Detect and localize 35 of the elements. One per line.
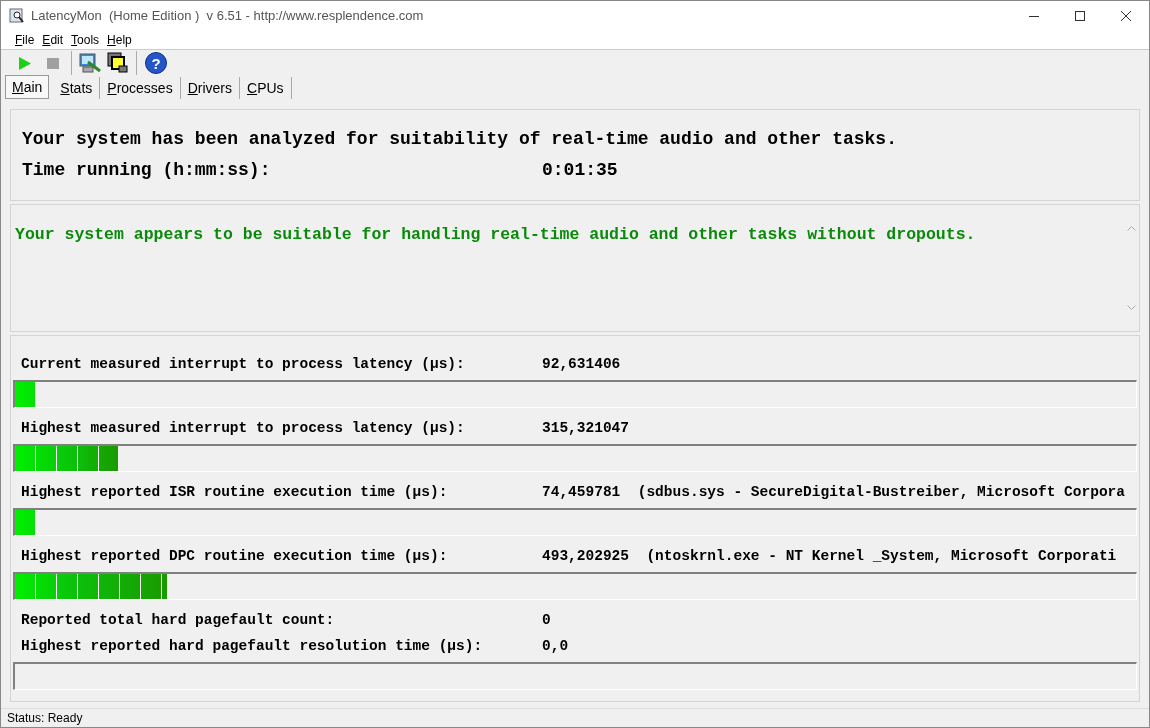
measurement-value: 92,631406: [542, 355, 621, 375]
measurement-label: Highest measured interrupt to process latency (µs):: [21, 419, 466, 439]
app-icon: [9, 8, 25, 24]
tab[interactable]: CPUs: [240, 77, 292, 99]
time-label: Time running (h:mm:ss):: [22, 159, 272, 182]
measurement-label: Current measured interrupt to process latency (µs):: [21, 355, 466, 375]
tab[interactable]: Stats: [53, 77, 101, 99]
measurement-label: Highest reported DPC routine execution time (µs):: [21, 547, 449, 567]
help-button[interactable]: ?: [145, 52, 167, 74]
measurement-label: Reported total hard pagefault count:: [21, 611, 336, 631]
maximize-icon: [1075, 11, 1085, 21]
analysis-text: Your system has been analyzed for suitability of real-time audio and other tasks.: [22, 128, 898, 151]
verdict-text: Your system appears to be suitable for handling real-time audio and other tasks without dropouts.: [15, 225, 976, 244]
tab[interactable]: Main: [5, 75, 50, 99]
measurement-value: 0,0: [542, 637, 569, 657]
measurement-label: Highest reported hard pagefault resolution time (µs):: [21, 637, 484, 657]
monitor-icon[interactable]: [79, 52, 101, 74]
tab[interactable]: Drivers: [180, 77, 240, 99]
menu-item[interactable]: Help: [103, 31, 136, 49]
measurement-value: 315,321047: [542, 419, 629, 439]
measurement-label: Highest reported ISR routine execution time (µs):: [21, 483, 449, 503]
close-icon: [1121, 11, 1131, 21]
measurement-value: 493,202925 (ntoskrnl.exe - NT Kernel _System, Microsoft Corporati: [542, 547, 1117, 567]
menu-item[interactable]: Edit: [38, 31, 68, 49]
window-title: LatencyMon (Home Edition ) v 6.51 - http://www.resplendence.com: [31, 7, 424, 26]
status-text: Status: Ready: [7, 710, 83, 727]
scroll-up-icon[interactable]: [1126, 225, 1136, 231]
measurement-value: 74,459781 (sdbus.sys - SecureDigital-Bustreiber, Microsoft Corpora: [542, 483, 1125, 503]
menu-item[interactable]: File: [11, 31, 39, 49]
scroll-down-icon[interactable]: [1126, 305, 1136, 311]
play-icon[interactable]: [19, 56, 31, 70]
measurement-value: 0: [542, 611, 551, 631]
menu-item[interactable]: Tools: [67, 31, 104, 49]
time-value: 0:01:35: [542, 159, 618, 182]
tab[interactable]: Processes: [100, 77, 181, 99]
